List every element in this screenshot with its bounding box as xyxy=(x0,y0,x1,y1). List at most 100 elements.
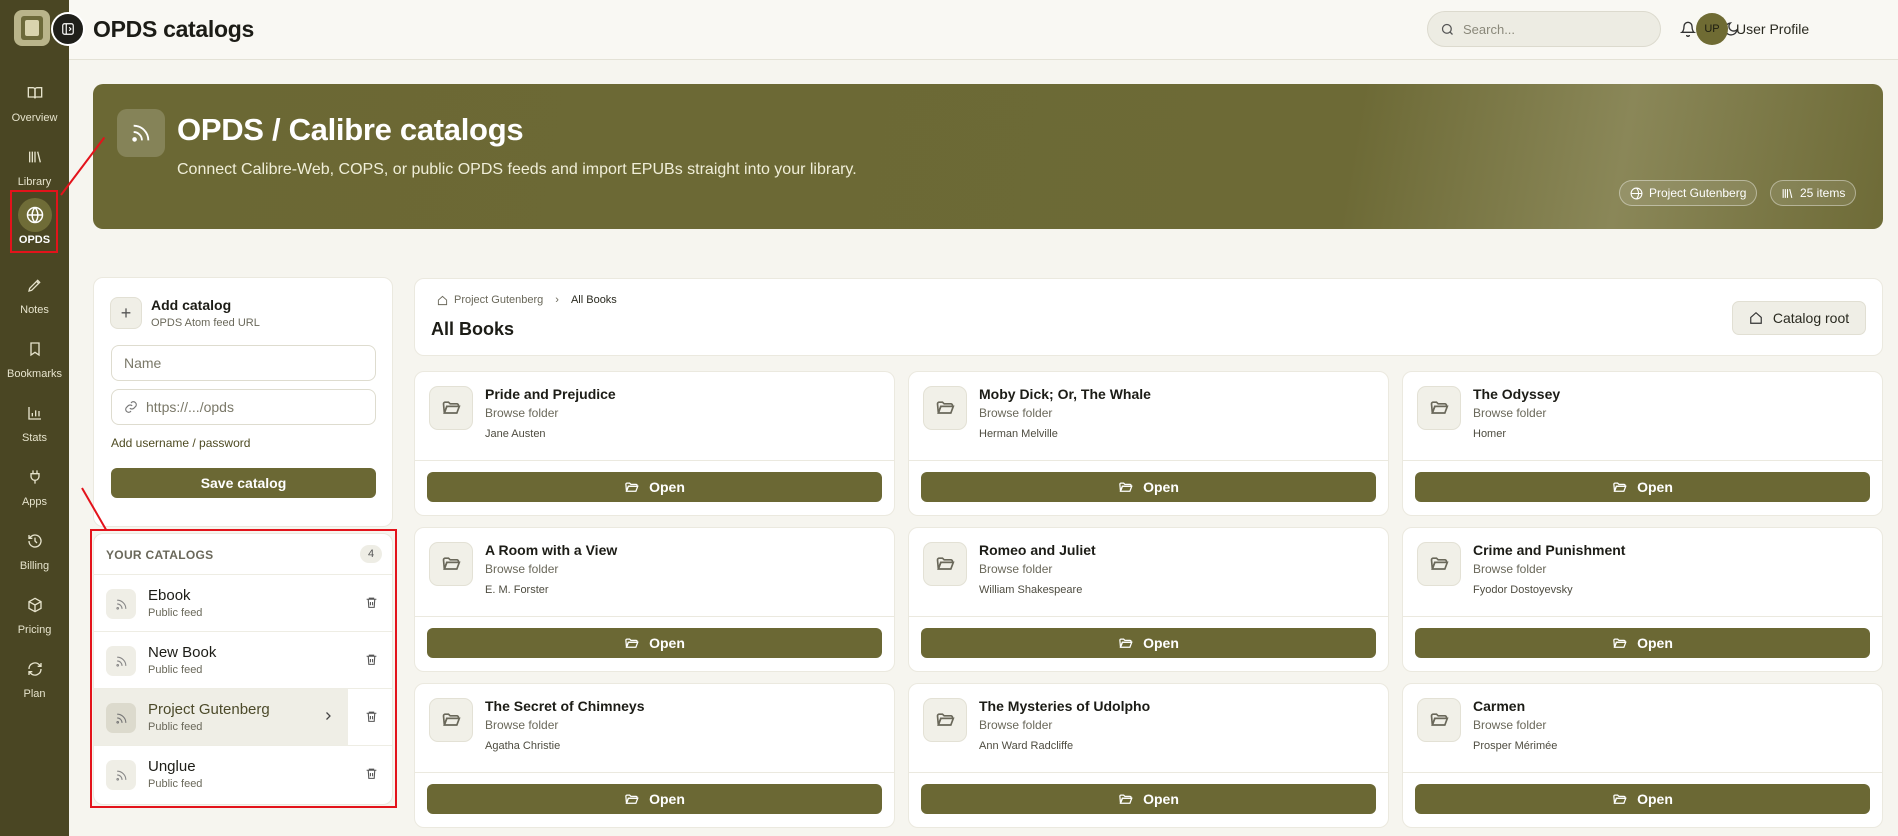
delete-catalog-button[interactable] xyxy=(362,593,380,611)
sidebar-item-label: Apps xyxy=(21,496,48,508)
profile-name[interactable]: User Profile xyxy=(1736,21,1809,37)
home-icon xyxy=(1750,311,1762,324)
book-card[interactable]: The Mysteries of Udolpho Browse folder Ann… xyxy=(908,683,1389,828)
book-folder-label: Browse folder xyxy=(1473,562,1547,576)
divider xyxy=(1403,460,1882,461)
delete-catalog-button[interactable] xyxy=(362,764,380,782)
delete-catalog-button[interactable] xyxy=(362,707,380,725)
folder-open-icon xyxy=(1417,698,1461,742)
open-button[interactable]: Open xyxy=(921,784,1376,814)
divider xyxy=(909,460,1388,461)
open-button[interactable]: Open xyxy=(1415,784,1870,814)
open-button[interactable]: Open xyxy=(1415,628,1870,658)
save-catalog-button[interactable]: Save catalog xyxy=(111,468,376,498)
delete-catalog-button[interactable] xyxy=(362,650,380,668)
search-input[interactable] xyxy=(1463,21,1643,37)
search-icon xyxy=(1441,23,1453,35)
open-label: Open xyxy=(1143,635,1179,651)
book-title: The Mysteries of Udolpho xyxy=(979,698,1151,714)
catalog-subtitle: Public feed xyxy=(148,607,203,619)
sidebar-item-stats[interactable]: Stats xyxy=(0,396,69,444)
open-label: Open xyxy=(1637,479,1673,495)
sidebar-item-label: Bookmarks xyxy=(6,368,63,380)
book-card[interactable]: Carmen Browse folder Prosper Mérimée Open xyxy=(1402,683,1883,828)
sidebar-item-billing[interactable]: Billing xyxy=(0,524,69,572)
trash-icon xyxy=(366,711,376,722)
open-button[interactable]: Open xyxy=(427,472,882,502)
divider xyxy=(1403,772,1882,773)
catalog-subtitle: Public feed xyxy=(148,664,203,676)
breadcrumb-root[interactable]: Project Gutenberg xyxy=(454,294,543,306)
breadcrumb: Project Gutenberg › All Books xyxy=(437,294,617,306)
topbar: OPDS catalogs UP User Profile xyxy=(69,0,1898,60)
sidebar-item-opds[interactable]: OPDS xyxy=(0,198,69,246)
catalog-item-project-gutenberg[interactable]: Project Gutenberg Public feed xyxy=(94,689,348,745)
folder-open-icon xyxy=(1612,636,1627,651)
section-title: All Books xyxy=(431,319,515,339)
open-button[interactable]: Open xyxy=(1415,472,1870,502)
book-card[interactable]: Crime and Punishment Browse folder Fyodor … xyxy=(1402,527,1883,672)
history-icon xyxy=(18,524,52,558)
open-label: Open xyxy=(1143,791,1179,807)
book-title: Moby Dick; Or, The Whale xyxy=(979,386,1151,402)
book-title: Romeo and Juliet xyxy=(979,542,1096,558)
rss-icon xyxy=(106,646,136,676)
chevron-right-icon: › xyxy=(555,294,559,306)
sidebar-item-bookmarks[interactable]: Bookmarks xyxy=(0,332,69,380)
catalog-row: Unglue Public feed xyxy=(94,745,392,802)
folder-open-icon xyxy=(1417,542,1461,586)
catalog-subtitle: Public feed xyxy=(148,778,203,790)
catalog-browser-header: Project Gutenberg › All Books All Books … xyxy=(414,278,1883,356)
catalog-url-field[interactable] xyxy=(111,389,376,425)
book-title: Carmen xyxy=(1473,698,1526,714)
book-author: Agatha Christie xyxy=(485,740,561,752)
book-card[interactable]: Moby Dick; Or, The Whale Browse folder Her… xyxy=(908,371,1389,516)
book-card[interactable]: Romeo and Juliet Browse folder William Sha… xyxy=(908,527,1389,672)
catalog-pill: Project Gutenberg xyxy=(1619,180,1758,206)
open-button[interactable]: Open xyxy=(427,784,882,814)
open-button[interactable]: Open xyxy=(921,628,1376,658)
chevron-right-icon xyxy=(322,709,334,728)
avatar[interactable]: UP xyxy=(1696,13,1728,45)
app-logo[interactable] xyxy=(14,10,50,46)
folder-open-icon xyxy=(624,480,639,495)
open-label: Open xyxy=(1143,479,1179,495)
book-card[interactable]: The Odyssey Browse folder Homer Open xyxy=(1402,371,1883,516)
book-title: The Odyssey xyxy=(1473,386,1561,402)
book-card[interactable]: The Secret of Chimneys Browse folder Agath… xyxy=(414,683,895,828)
catalog-root-button[interactable]: Catalog root xyxy=(1732,301,1866,335)
book-folder-label: Browse folder xyxy=(1473,406,1547,420)
sidebar-item-label: OPDS xyxy=(18,234,51,246)
catalog-pill-label: Project Gutenberg xyxy=(1649,186,1747,200)
library-icon xyxy=(1782,188,1793,198)
open-label: Open xyxy=(649,479,685,495)
catalog-url-input[interactable] xyxy=(146,399,366,415)
catalog-item-unglue[interactable]: Unglue Public feed xyxy=(94,746,348,802)
open-button[interactable]: Open xyxy=(427,628,882,658)
catalog-name: Project Gutenberg xyxy=(148,701,270,718)
catalog-name-field[interactable] xyxy=(111,345,376,381)
catalog-item-new-book[interactable]: New Book Public feed xyxy=(94,632,348,688)
book-folder-label: Browse folder xyxy=(485,718,559,732)
sidebar-item-plan[interactable]: Plan xyxy=(0,652,69,700)
add-catalog-panel: + Add catalog OPDS Atom feed URL Add use… xyxy=(93,277,393,527)
folder-open-icon xyxy=(923,542,967,586)
sidebar-item-apps[interactable]: Apps xyxy=(0,460,69,508)
sidebar-item-overview[interactable]: Overview xyxy=(0,76,69,124)
sidebar-item-library[interactable]: Library xyxy=(0,140,69,188)
search-box[interactable] xyxy=(1427,11,1661,47)
book-author: Prosper Mérimée xyxy=(1473,740,1558,752)
sidebar-toggle-button[interactable] xyxy=(51,12,85,46)
package-icon xyxy=(18,588,52,622)
sidebar-item-label: Plan xyxy=(23,688,46,700)
catalog-item-ebook[interactable]: Ebook Public feed xyxy=(94,575,348,631)
add-credentials-link[interactable]: Add username / password xyxy=(111,436,250,450)
rss-icon xyxy=(106,703,136,733)
book-card[interactable]: Pride and Prejudice Browse folder Jane Aus… xyxy=(414,371,895,516)
sidebar-item-notes[interactable]: Notes xyxy=(0,268,69,316)
open-button[interactable]: Open xyxy=(921,472,1376,502)
add-catalog-subtitle: OPDS Atom feed URL xyxy=(151,317,260,329)
book-card[interactable]: A Room with a View Browse folder E. M. For… xyxy=(414,527,895,672)
catalog-name-input[interactable] xyxy=(124,355,344,371)
sidebar-item-pricing[interactable]: Pricing xyxy=(0,588,69,636)
